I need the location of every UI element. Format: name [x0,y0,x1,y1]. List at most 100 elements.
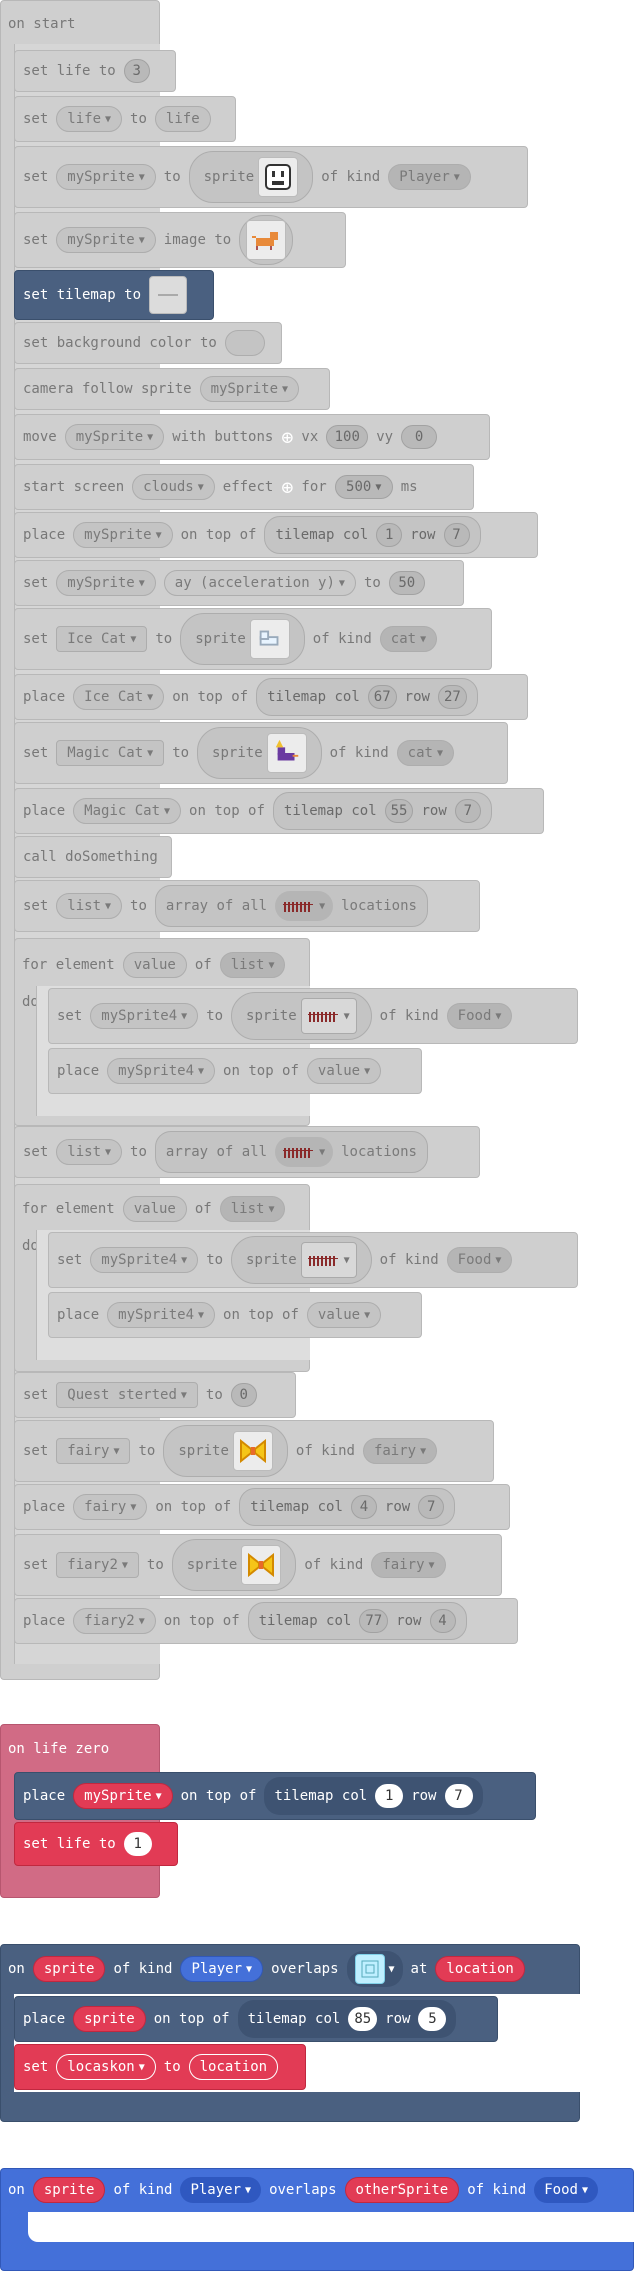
overlap-location-hat[interactable]: on sprite of kind Player ▼ overlaps ▼ at … [0,1946,533,1992]
var-dropdown[interactable]: fairy ▼ [56,1438,131,1464]
set-tilemap-block[interactable]: set tilemap to [14,270,214,320]
var-dropdown[interactable]: mySprite4 ▼ [107,1302,216,1328]
kind-dropdown[interactable]: fairy ▼ [371,1552,446,1578]
life-value[interactable]: 3 [123,59,150,83]
row-value[interactable]: 7 [454,799,481,823]
move-buttons-block[interactable]: move mySprite ▼ with buttons ⊕ vx 100 vy … [14,414,490,460]
kind-dropdown[interactable]: Food ▼ [446,1247,513,1273]
kind-dropdown[interactable]: cat ▼ [379,626,438,652]
tile-dropdown[interactable]: ▼ [346,1951,403,1987]
var-dropdown[interactable]: Quest sterted ▼ [56,1382,198,1408]
set-ay-block[interactable]: set mySprite ▼ ay (acceleration y) ▼ to 50 [14,560,464,606]
sprite-param[interactable]: sprite [32,1956,106,1982]
sprite-create[interactable]: sprite [180,613,305,665]
tilemap-location[interactable]: tilemap col 4 row 7 [239,1488,456,1526]
var-dropdown[interactable]: list ▼ [56,1139,123,1165]
tilemap-thumbnail[interactable] [149,276,188,314]
place-mysprite4-block[interactable]: place mySprite4 ▼ on top of value ▼ [48,1292,422,1338]
var-dropdown[interactable]: mySprite4 ▼ [90,1003,199,1029]
ms-dropdown[interactable]: 500 ▼ [334,475,393,499]
var-dropdown[interactable]: Ice Cat ▼ [73,684,165,710]
sprite-create[interactable]: sprite [163,1425,288,1477]
row-value[interactable]: 7 [418,1495,445,1519]
col-value[interactable]: 4 [350,1495,377,1519]
col-value[interactable]: 67 [367,685,397,709]
vx-value[interactable]: 100 [326,425,369,449]
color-swatch[interactable] [224,330,265,356]
quest-value[interactable]: 0 [230,1383,257,1407]
sprite-create[interactable]: sprite ▼ [231,1236,372,1284]
icecat-sprite-image[interactable] [249,619,290,659]
set-mysprite4-block[interactable]: set mySprite4 ▼ to sprite ▼ of kind Food ▼ [48,1232,578,1288]
food-image[interactable]: ▼ [300,998,357,1034]
var-dropdown[interactable]: life ▼ [56,106,123,132]
sprite-create[interactable]: sprite [197,727,322,779]
property-dropdown[interactable]: ay (acceleration y) ▼ [163,570,356,596]
var-dropdown[interactable]: mySprite ▼ [199,376,300,402]
place-icecat-block[interactable]: place Ice Cat ▼ on top of tilemap col 67 … [14,674,528,720]
place-magiccat-block[interactable]: place Magic Cat ▼ on top of tilemap col 5… [14,788,544,834]
set-quest-block[interactable]: set Quest sterted ▼ to 0 [14,1372,296,1418]
target-dropdown[interactable]: value ▼ [306,1058,382,1084]
on-start-hat[interactable]: on start [0,4,83,44]
kind-dropdown[interactable]: Food ▼ [534,2177,598,2203]
tilemap-location[interactable]: tilemap col 55 row 7 [272,792,492,830]
set-bg-block[interactable]: set background color to [14,322,282,364]
col-value[interactable]: 85 [348,2007,378,2031]
tilemap-location[interactable]: tilemap col 1 row 7 [264,1777,483,1815]
var-dropdown[interactable]: mySprite ▼ [73,522,173,548]
sprite-create[interactable]: sprite [171,1539,297,1591]
cat-image[interactable] [246,220,287,260]
list-dropdown[interactable]: list ▼ [219,1196,286,1222]
call-function-block[interactable]: call doSomething [14,836,172,878]
col-value[interactable]: 1 [375,1784,404,1808]
plus-circle-icon[interactable]: ⊕ [281,425,293,449]
location-var[interactable]: location [188,2054,279,2080]
plus-circle-icon[interactable]: ⊕ [281,475,293,499]
array-of-locations[interactable]: array of all ▼ locations [154,1131,428,1173]
place-mysprite-block[interactable]: place mySprite ▼ on top of tilemap col 1 … [14,512,538,558]
target-dropdown[interactable]: value ▼ [306,1302,382,1328]
var-dropdown[interactable]: mySprite ▼ [56,164,156,190]
element-var[interactable]: value [122,952,187,978]
var-dropdown[interactable]: mySprite4 ▼ [107,1058,216,1084]
list-dropdown[interactable]: list ▼ [219,952,286,978]
col-value[interactable]: 55 [384,799,414,823]
sprite-var[interactable]: sprite [73,2006,146,2032]
place-mysprite-block[interactable]: place mySprite ▼ on top of tilemap col 1 … [14,1772,536,1820]
var-dropdown[interactable]: mySprite ▼ [64,424,165,450]
player-sprite-image[interactable] [258,157,299,197]
set-var-life-block[interactable]: set life ▼ to life [14,96,236,142]
row-value[interactable]: 5 [418,2007,447,2031]
location-param[interactable]: location [435,1956,525,1982]
kind-dropdown[interactable]: Player ▼ [388,164,471,190]
row-value[interactable]: 27 [437,685,467,709]
var-dropdown[interactable]: fairy ▼ [73,1494,148,1520]
tile-dropdown[interactable]: ▼ [275,1137,334,1167]
var-dropdown[interactable]: mySprite ▼ [73,1783,173,1809]
place-fairy-block[interactable]: place fairy ▼ on top of tilemap col 4 row… [14,1484,510,1530]
kind-dropdown[interactable]: cat ▼ [396,740,454,766]
overlap-sprite-hat[interactable]: on sprite of kind Player ▼ overlaps other… [0,2168,606,2212]
set-image-block[interactable]: set mySprite ▼ image to [14,212,346,268]
row-value[interactable]: 7 [444,1784,473,1808]
sprite-create[interactable]: sprite [188,151,314,203]
start-screen-effect-block[interactable]: start screen clouds ▼ effect ⊕ for 500 ▼ m… [14,464,474,510]
kind-dropdown[interactable]: Food ▼ [446,1003,513,1029]
row-value[interactable]: 7 [443,523,470,547]
var-dropdown[interactable]: mySprite ▼ [56,227,156,253]
for-header-1[interactable]: for element value of list ▼ [14,944,293,986]
food-image[interactable]: ▼ [300,1242,357,1278]
var-dropdown[interactable]: mySprite4 ▼ [90,1247,199,1273]
set-icecat-block[interactable]: set Ice Cat ▼ to sprite of kind cat ▼ [14,608,492,670]
set-fiary2-block[interactable]: set fiary2 ▼ to sprite of kind fairy ▼ [14,1534,502,1596]
for-header-2[interactable]: for element value of list ▼ [14,1188,293,1230]
row-value[interactable]: 4 [429,1609,456,1633]
set-life-block[interactable]: set life to 1 [14,1822,178,1866]
sprite-param[interactable]: sprite [32,2177,106,2203]
set-magiccat-block[interactable]: set Magic Cat ▼ to sprite of kind cat ▼ [14,722,508,784]
ay-value[interactable]: 50 [388,571,425,595]
place-mysprite4-block[interactable]: place mySprite4 ▼ on top of value ▼ [48,1048,422,1094]
tilemap-location[interactable]: tilemap col 85 row 5 [237,2000,457,2038]
var-dropdown[interactable]: Magic Cat ▼ [73,798,182,824]
